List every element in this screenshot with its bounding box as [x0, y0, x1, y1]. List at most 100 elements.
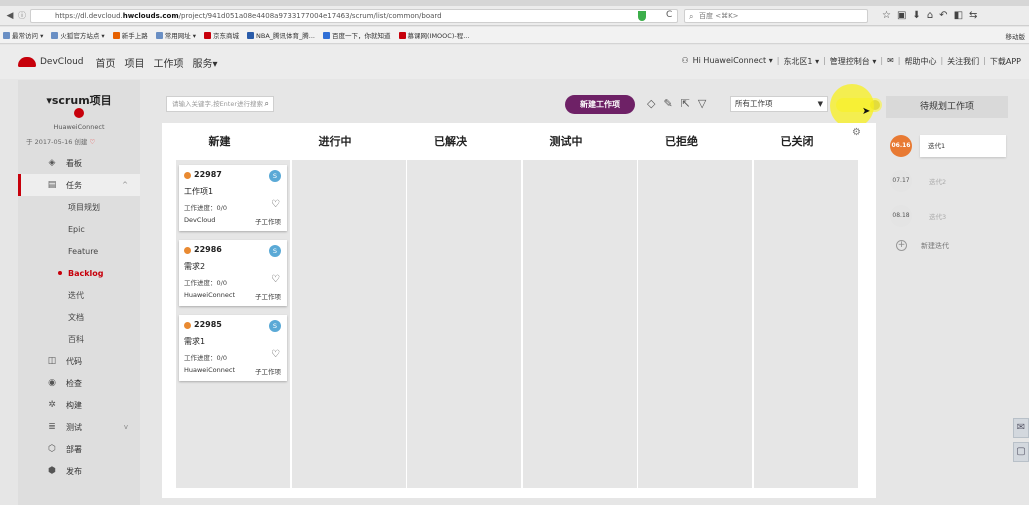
board-column [638, 160, 752, 488]
sidebar-subitem[interactable]: 百科 [18, 328, 140, 350]
library-icon[interactable]: ▣ [897, 10, 906, 21]
sidebar-subitem[interactable]: Feature [18, 240, 140, 262]
shield-icon[interactable] [638, 11, 646, 21]
workitem-id[interactable]: 22985 [194, 320, 222, 329]
bookmark-item[interactable]: 京东商城 [204, 30, 239, 40]
bookmark-item[interactable]: 百度一下，你就知道 [323, 30, 391, 40]
workitem-card[interactable]: 22987 S 工作项1 工作进度：0/0 ♡ DevCloud 子工作项 [179, 165, 287, 231]
nav-project[interactable]: 项目 [125, 55, 145, 70]
export-icon[interactable]: ⇱ [681, 97, 690, 110]
browser-search-field[interactable]: ⌕ 百度 <⌘K> [684, 9, 868, 23]
iteration-date: 06.16 [890, 135, 912, 157]
sidebar-item-check[interactable]: ◉ 检查 [18, 372, 140, 394]
sidebar-item-dashboard[interactable]: ◈ 看板 [18, 152, 140, 174]
sidebar-subitem[interactable]: 迭代 [18, 284, 140, 306]
sidebar-item-deploy[interactable]: ⬡ 部署 [18, 438, 140, 460]
sidebar-subitem[interactable]: 项目规划 [18, 196, 140, 218]
nav-home[interactable]: 首页 [96, 55, 116, 70]
nav-workitem[interactable]: 工作项 [154, 55, 184, 70]
backlog-panel-title[interactable]: 待规划工作项 [886, 96, 1008, 118]
follow-link[interactable]: 关注我们 [947, 56, 979, 67]
help-link[interactable]: 帮助中心 [904, 56, 936, 67]
favicon-icon [51, 31, 59, 39]
mail-icon[interactable]: ✉ [887, 56, 894, 67]
sidebar-item-test[interactable]: ≣ 测试 v [18, 416, 140, 438]
story-badge: S [269, 170, 281, 182]
bookmark-star-icon[interactable]: ☆ [882, 10, 891, 21]
sidebar-item-task[interactable]: ▤ 任务 ^ [18, 174, 140, 196]
column-header: 已拒绝 [665, 135, 698, 148]
bookmark-label: 京东商城 [213, 32, 240, 40]
menu-icon[interactable]: ⇆ [969, 10, 977, 21]
iteration-name[interactable]: 迭代3 [929, 211, 946, 221]
bookmark-item[interactable]: 火狐官方站点 ▾ [51, 30, 105, 40]
workitem-id[interactable]: 22986 [194, 245, 222, 254]
history-icon[interactable]: ↶ [939, 10, 947, 21]
iteration-name[interactable]: 迭代2 [929, 176, 946, 186]
sidebar-subitem[interactable]: Epic [18, 218, 140, 240]
column-header: 进行中 [318, 135, 352, 148]
site-info-icon[interactable]: ⓘ [18, 10, 26, 21]
iteration-name[interactable]: 迭代1 [920, 135, 1006, 157]
bookmark-item[interactable]: 新手上路 [112, 30, 148, 40]
reload-icon[interactable]: C [666, 10, 672, 20]
home-icon[interactable]: ⌂ [927, 10, 933, 21]
workitem-title[interactable]: 工作项1 [184, 186, 213, 197]
workitem-filter-select[interactable]: 所有工作项 ▼ [730, 96, 828, 112]
build-icon: ✲ [48, 400, 56, 410]
message-icon[interactable]: ✉ [1013, 418, 1029, 438]
bookmark-item[interactable]: 最常访问 ▾ [3, 30, 43, 40]
workitem-card[interactable]: 22985 S 需求1 工作进度：0/0 ♡ HuaweiConnect 子工作项 [179, 315, 287, 381]
tag-icon[interactable]: ◇ [647, 97, 655, 110]
workitem-title[interactable]: 需求2 [184, 261, 205, 272]
bookmark-label: 最常访问 ▾ [12, 32, 44, 40]
mouse-cursor-icon: ➤ [862, 106, 871, 117]
project-title[interactable]: ▾scrum项目 [18, 92, 140, 108]
extension-icon[interactable]: ◧ [954, 10, 963, 21]
sidebar-item-build[interactable]: ✲ 构建 [18, 394, 140, 416]
favorite-heart-icon[interactable]: ♡ [90, 138, 96, 146]
region-menu[interactable]: 东北区1 ▾ [783, 56, 819, 67]
favicon-icon [398, 31, 406, 39]
download-icon[interactable]: ⬇ [912, 10, 920, 21]
search-icon: ⌕ [689, 12, 694, 21]
add-iteration-button[interactable]: + 新建迭代 [896, 240, 949, 251]
user-menu[interactable]: Hi HuaweiConnect ▾ [693, 56, 773, 67]
subitem-link[interactable]: 子工作项 [255, 291, 281, 301]
heart-icon[interactable]: ♡ [271, 349, 280, 360]
sidebar-subitem[interactable]: 文档 [18, 306, 140, 328]
download-app-link[interactable]: 下载APP [990, 56, 1021, 67]
bookmark-item[interactable]: 常用网址 ▾ [155, 30, 196, 40]
bookmark-item[interactable]: NBA_腾讯体育_腾... [247, 30, 315, 40]
heart-icon[interactable]: ♡ [271, 199, 280, 210]
sidebar-item-release[interactable]: ⬢ 发布 [18, 460, 140, 482]
favicon-icon [204, 31, 212, 39]
subitem-link[interactable]: 子工作项 [255, 366, 281, 376]
edit-icon[interactable]: ✎ [663, 97, 672, 110]
workitem-progress: 工作进度：0/0 [184, 204, 227, 212]
sidebar-item-label: 测试 [66, 422, 82, 432]
nav-services[interactable]: 服务▾ [193, 55, 218, 70]
sidebar: ▾scrum项目 HuaweiConnect 于 2017-05-16 创建 ♡… [18, 80, 140, 505]
sidebar-subitem[interactable]: Backlog [18, 262, 140, 284]
sidebar-item-code[interactable]: ◫ 代码 [18, 350, 140, 372]
chevron-icon: ^ [122, 181, 128, 189]
filter-icon[interactable]: ▽ [698, 97, 706, 110]
workitem-card[interactable]: 22986 S 需求2 工作进度：0/0 ♡ HuaweiConnect 子工作项 [179, 240, 287, 306]
url-field[interactable]: https://dl.devcloud.hwclouds.com/project… [30, 9, 678, 23]
heart-icon[interactable]: ♡ [271, 274, 280, 285]
devcloud-logo[interactable]: DevCloud [18, 57, 84, 67]
workitem-id[interactable]: 22987 [194, 170, 222, 179]
new-workitem-button[interactable]: 新建工作项 [565, 95, 635, 114]
subitem-link[interactable]: 子工作项 [255, 216, 281, 226]
workitem-search-input[interactable]: 请输入关键字,按Enter进行搜索 ⌕ [166, 96, 274, 112]
back-icon[interactable]: ◀ [4, 11, 16, 21]
bookmark-item[interactable]: 慕课网(IMOOC)-程... [398, 30, 469, 40]
workitem-title[interactable]: 需求1 [184, 336, 205, 347]
feedback-icon[interactable]: ▢ [1013, 442, 1029, 462]
plus-icon: + [896, 240, 907, 251]
search-icon[interactable]: ⌕ [265, 97, 269, 111]
mobile-bookmarks[interactable]: 移动版 [1006, 31, 1026, 41]
sidebar-item-label: 构建 [66, 400, 82, 410]
console-menu[interactable]: 管理控制台 ▾ [830, 56, 877, 67]
